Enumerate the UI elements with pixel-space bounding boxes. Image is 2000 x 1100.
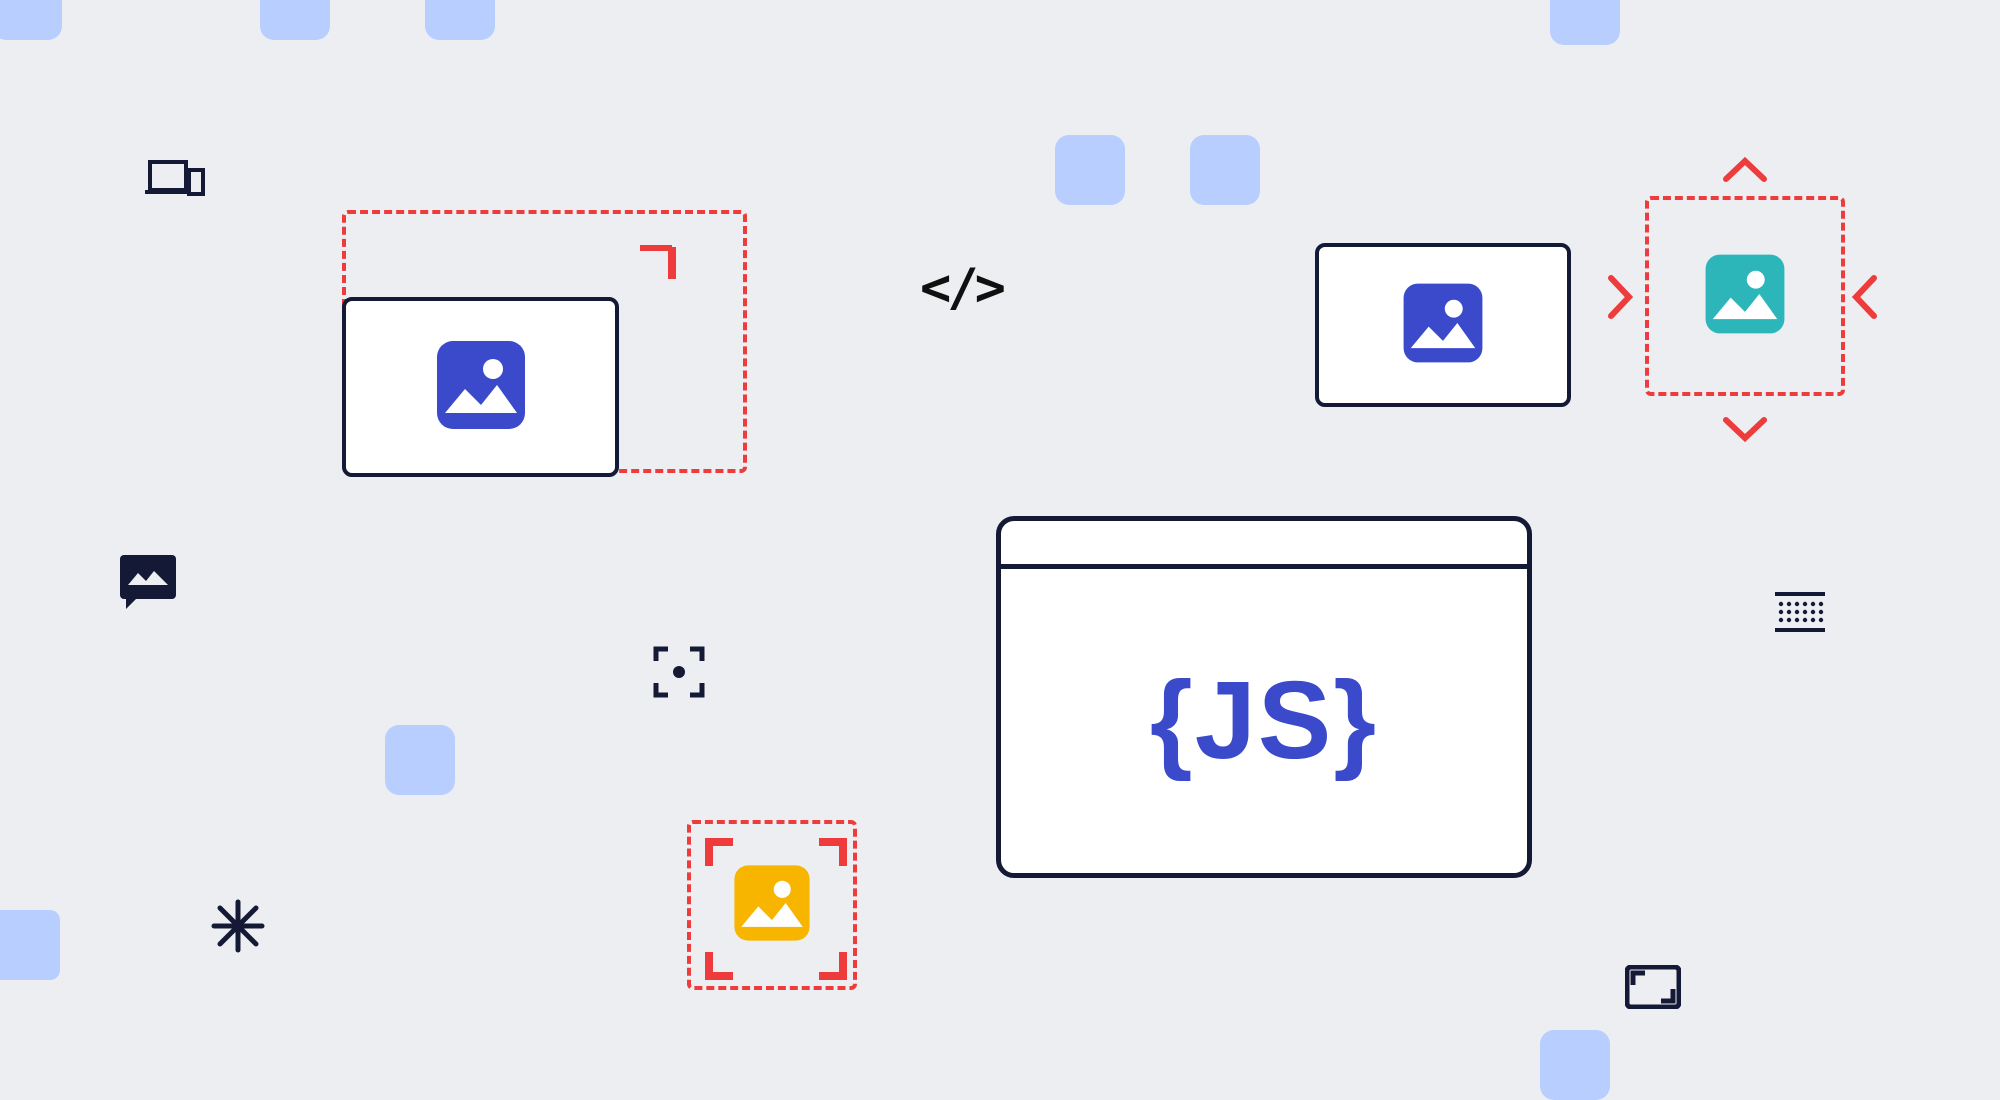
image-placeholder-yellow-icon	[731, 862, 813, 949]
bg-square	[260, 0, 330, 40]
js-window: {JS}	[996, 516, 1532, 878]
js-label: {JS}	[1150, 666, 1378, 776]
chevron-down-icon	[1722, 414, 1768, 449]
image-panel-right	[1315, 243, 1571, 407]
gradient-dots-icon	[1775, 592, 1825, 637]
image-placeholder-blue-icon	[433, 337, 529, 438]
bg-square	[425, 0, 495, 40]
crop-selection	[687, 820, 857, 990]
bg-square	[0, 910, 60, 980]
js-window-titlebar	[1001, 521, 1527, 569]
bg-square	[1190, 135, 1260, 205]
bg-square	[1550, 0, 1620, 45]
resize-selection-teal	[1645, 196, 1845, 396]
center-focus-icon	[652, 645, 706, 704]
aspect-ratio-icon	[1625, 965, 1681, 1014]
image-placeholder-teal-icon	[1702, 251, 1788, 342]
image-placeholder-blue-icon	[1400, 280, 1486, 371]
chevron-right-icon	[1605, 274, 1635, 325]
devices-icon	[145, 158, 205, 203]
bg-square	[0, 0, 62, 40]
chevron-up-icon	[1722, 155, 1768, 190]
asterisk-icon	[210, 898, 266, 959]
chevron-left-icon	[1850, 274, 1880, 325]
bg-square	[385, 725, 455, 795]
corner-marker-icon	[638, 245, 680, 292]
image-panel	[342, 297, 619, 477]
chat-image-bubble-icon	[120, 555, 176, 599]
bg-square	[1540, 1030, 1610, 1100]
bg-square	[1055, 135, 1125, 205]
code-angle-brackets-icon: </>	[920, 258, 1002, 318]
